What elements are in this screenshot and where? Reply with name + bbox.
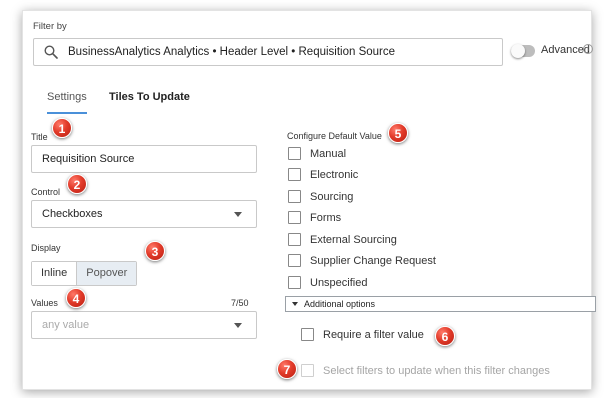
checkbox[interactable]	[288, 211, 301, 224]
option-unspecified[interactable]: Unspecified	[288, 276, 367, 289]
filter-search-field[interactable]: BusinessAnalytics Analytics • Header Lev…	[33, 38, 503, 66]
toggle-knob	[511, 44, 525, 58]
callout-marker-7: 7	[277, 359, 297, 379]
callout-marker-1: 1	[52, 118, 72, 138]
callout-marker-3: 3	[145, 241, 165, 261]
option-label: Sourcing	[310, 190, 354, 203]
display-popover-button[interactable]: Popover	[76, 262, 137, 285]
option-label: Supplier Change Request	[310, 254, 436, 267]
checkbox[interactable]	[288, 233, 301, 246]
display-inline-button[interactable]: Inline	[32, 262, 77, 285]
display-segmented-control: Inline Popover	[31, 261, 138, 286]
select-filters-option: Select filters to update when this filte…	[301, 364, 550, 377]
option-label: Forms	[310, 211, 342, 224]
caret-down-icon	[292, 302, 298, 306]
display-label: Display	[31, 243, 61, 253]
advanced-toggle[interactable]	[511, 44, 535, 58]
option-label: Unspecified	[310, 276, 368, 289]
option-sourcing[interactable]: Sourcing	[288, 190, 353, 203]
require-filter-value-option[interactable]: Require a filter value	[301, 328, 424, 341]
filter-settings-panel: Filter by BusinessAnalytics Analytics • …	[22, 10, 596, 390]
option-external-sourcing[interactable]: External Sourcing	[288, 233, 397, 246]
control-select[interactable]: Checkboxes	[31, 200, 257, 228]
option-electronic[interactable]: Electronic	[288, 168, 358, 181]
option-label: External Sourcing	[310, 233, 397, 246]
additional-options-toggle[interactable]: Additional options	[285, 296, 596, 312]
values-select[interactable]: any value	[31, 311, 257, 339]
additional-options-label: Additional options	[304, 299, 376, 309]
control-select-value: Checkboxes	[42, 208, 103, 220]
tab-settings[interactable]: Settings	[47, 91, 87, 114]
checkbox[interactable]	[288, 254, 301, 267]
values-placeholder: any value	[42, 319, 90, 331]
option-label: Electronic	[310, 168, 359, 181]
title-input[interactable]: Requisition Source	[31, 145, 257, 173]
checkbox[interactable]	[301, 328, 314, 341]
select-filters-label: Select filters to update when this filte…	[323, 364, 550, 377]
checkbox[interactable]	[288, 276, 301, 289]
option-manual[interactable]: Manual	[288, 147, 346, 160]
values-label: Values	[31, 298, 58, 308]
chevron-down-icon	[234, 323, 242, 328]
checkbox-disabled	[301, 364, 314, 377]
chevron-down-icon	[234, 212, 242, 217]
option-forms[interactable]: Forms	[288, 211, 341, 224]
values-count: 7/50	[231, 298, 249, 308]
filter-search-value: BusinessAnalytics Analytics • Header Lev…	[68, 46, 396, 58]
callout-marker-5: 5	[388, 123, 408, 143]
callout-marker-2: 2	[67, 174, 87, 194]
require-filter-value-label: Require a filter value	[323, 328, 424, 341]
control-label: Control	[31, 187, 61, 197]
callout-marker-6: 6	[435, 326, 455, 346]
checkbox[interactable]	[288, 168, 301, 181]
tab-tiles-to-update[interactable]: Tiles To Update	[109, 91, 190, 112]
callout-marker-4: 4	[66, 288, 86, 308]
option-supplier-change-request[interactable]: Supplier Change Request	[288, 254, 436, 267]
checkbox[interactable]	[288, 190, 301, 203]
checkbox[interactable]	[288, 147, 301, 160]
search-icon	[44, 45, 58, 59]
filter-by-label: Filter by	[33, 21, 67, 32]
title-label: Title	[31, 132, 48, 142]
option-label: Manual	[310, 147, 347, 160]
info-icon[interactable]: i	[583, 44, 593, 54]
configure-default-value-label: Configure Default Value	[287, 131, 382, 141]
